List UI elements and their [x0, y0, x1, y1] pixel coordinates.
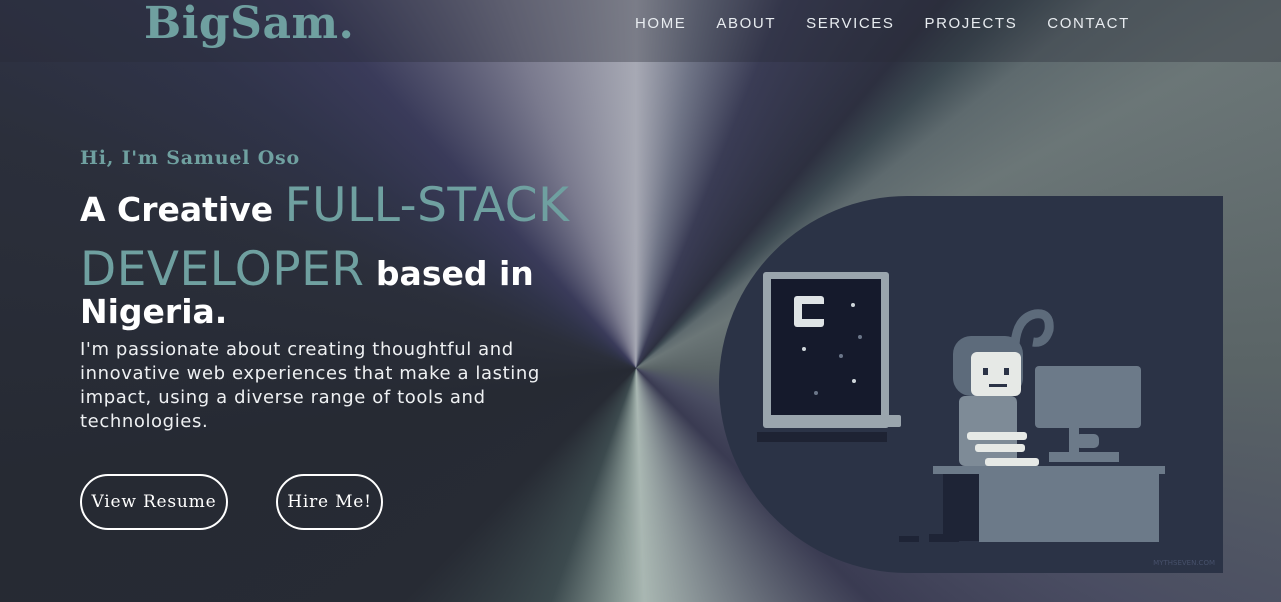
hire-me-button[interactable]: Hire Me! [276, 474, 383, 530]
nav-services[interactable]: SERVICES [806, 15, 894, 32]
illustration-watermark: MYTHSEVEN.COM [1153, 559, 1215, 567]
logo[interactable]: BigSam. [144, 0, 354, 49]
headline-part2: based in [364, 254, 534, 293]
developer-at-desk-illustration [757, 272, 1165, 542]
nav-about[interactable]: ABOUT [716, 15, 776, 32]
hero-headline: A Creative FULL-STACK DEVELOPER based in… [80, 176, 600, 342]
headline-highlight-fullstack: FULL-STACK [284, 178, 570, 233]
nav-projects[interactable]: PROJECTS [924, 15, 1017, 32]
hero-description: I'm passionate about creating thoughtful… [80, 339, 540, 432]
nav-home[interactable]: HOME [635, 15, 686, 32]
headline-part1: A Creative [80, 190, 285, 229]
site-header: BigSam. HOME ABOUT SERVICES PROJECTS CON… [0, 0, 1281, 62]
hero-greeting: Hi, I'm Samuel Oso [80, 147, 301, 169]
nav-contact[interactable]: CONTACT [1047, 15, 1130, 32]
hero-illustration: MYTHSEVEN.COM [719, 196, 1223, 573]
view-resume-button[interactable]: View Resume [80, 474, 228, 530]
main-nav: HOME ABOUT SERVICES PROJECTS CONTACT [635, 15, 1160, 32]
